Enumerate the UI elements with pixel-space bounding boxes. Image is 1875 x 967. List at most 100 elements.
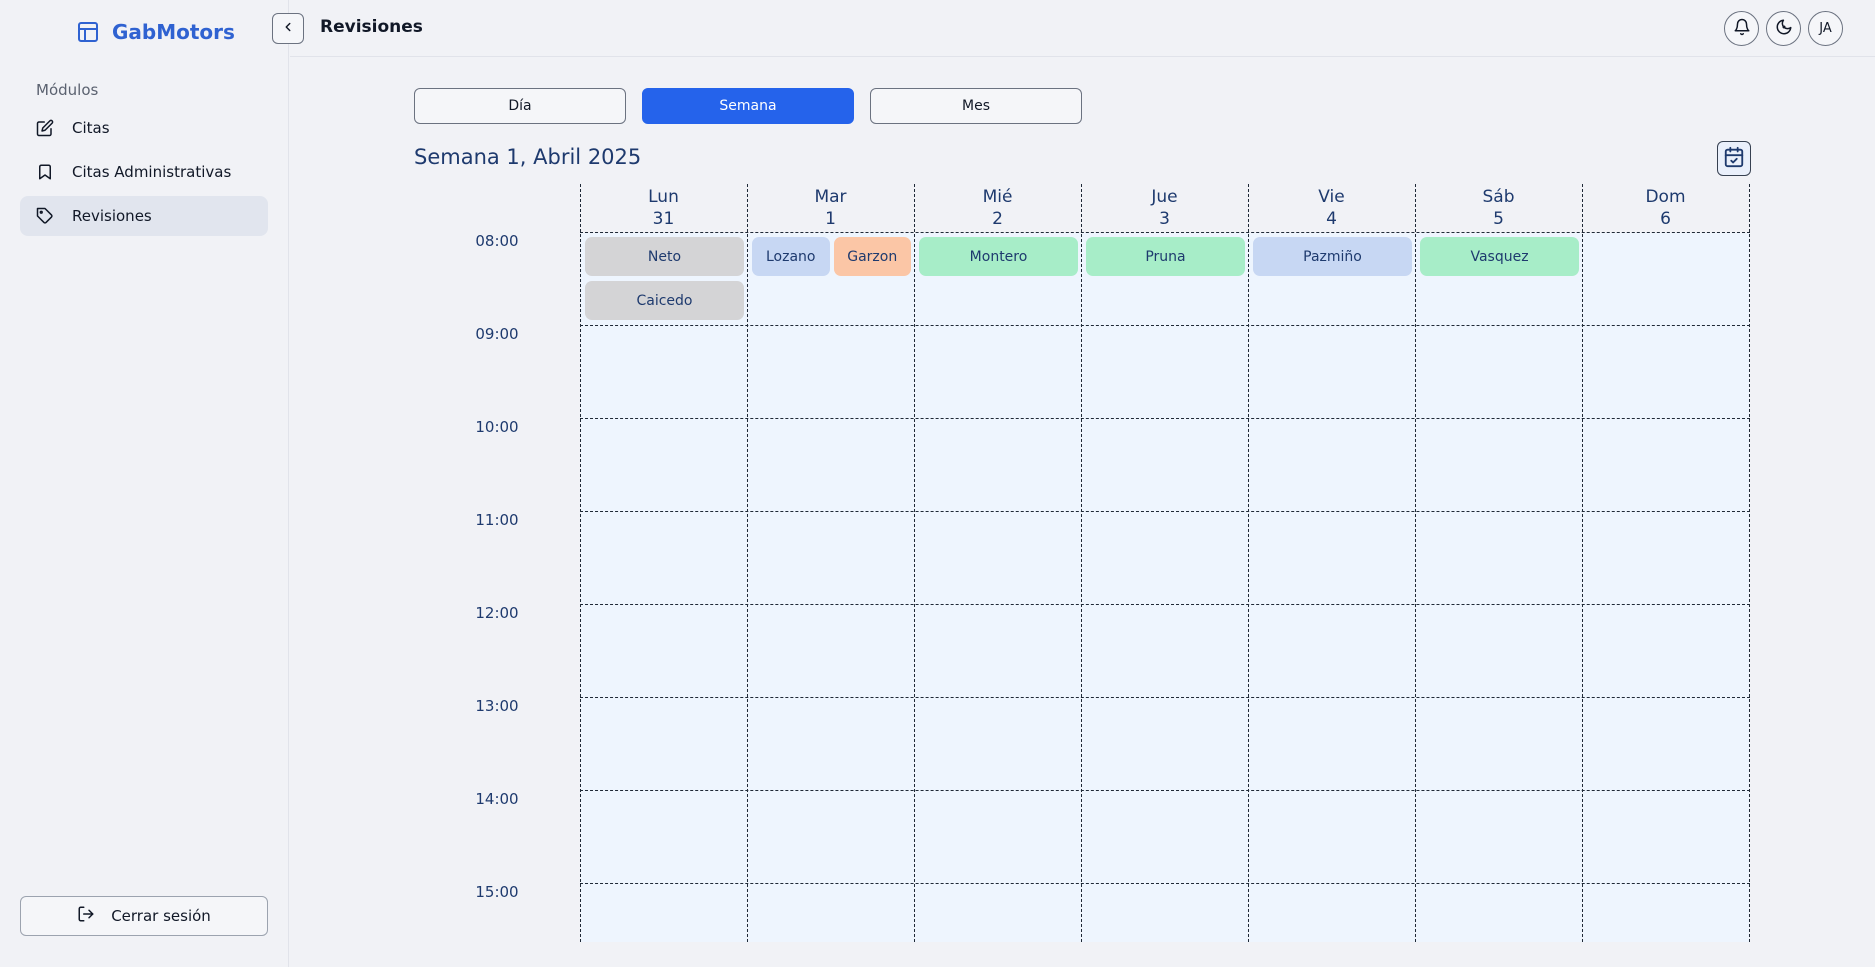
calendar-check-icon [1723,146,1745,172]
time-slot-cell[interactable] [1583,512,1749,605]
time-slot-cell[interactable] [1082,419,1248,512]
time-slot-cell[interactable] [1082,512,1248,605]
brand[interactable]: GabMotors [76,20,235,44]
logout-label: Cerrar sesión [111,907,211,925]
tab-dia[interactable]: Día [414,88,626,124]
time-slot-cell[interactable] [581,884,747,942]
time-slot-cell[interactable] [748,326,914,419]
tag-icon [36,207,54,225]
collapse-sidebar-button[interactable] [272,13,304,44]
appointment-event[interactable]: Pazmiño [1253,237,1412,276]
time-slot-cell[interactable] [1249,791,1415,884]
time-slot-cell[interactable] [1583,698,1749,791]
appointment-event[interactable]: Vasquez [1420,237,1579,276]
sidebar-item-citas[interactable]: Citas [20,108,268,148]
time-slot-cell[interactable] [915,884,1081,942]
time-slot-cell[interactable] [1583,605,1749,698]
time-slot-cell[interactable] [748,791,914,884]
time-slot-cell[interactable] [1082,326,1248,419]
appointment-event[interactable]: Pruna [1086,237,1245,276]
appointment-event[interactable]: Neto [585,237,744,276]
date-picker-button[interactable] [1717,141,1751,176]
time-slot-cell[interactable] [915,419,1081,512]
appointment-event[interactable]: Caicedo [585,281,744,320]
time-slot-cell[interactable] [1249,698,1415,791]
day-column-divider [1582,184,1583,942]
time-slot-cell[interactable] [581,791,747,884]
time-slot-cell[interactable] [915,698,1081,791]
day-number: 2 [992,209,1003,229]
time-slot-cell[interactable] [1416,419,1582,512]
time-slot-cell[interactable] [581,512,747,605]
time-slot-cell[interactable] [1249,326,1415,419]
day-header: Mar 1 [747,184,914,232]
time-slot-cell[interactable] [1249,419,1415,512]
day-column-divider [1081,184,1082,942]
time-slot-cell[interactable] [915,326,1081,419]
time-slot-cell[interactable] [1082,884,1248,942]
day-name: Mié [982,187,1013,207]
time-slot-cell[interactable] [1583,791,1749,884]
day-column-divider [747,184,748,942]
chevron-left-icon [281,19,295,38]
theme-toggle-button[interactable] [1766,11,1801,46]
time-slot-cell[interactable] [1416,512,1582,605]
time-slot-cell[interactable] [1082,791,1248,884]
hour-label: 12:00 [475,604,519,622]
time-slot-cell[interactable] [748,512,914,605]
hour-row [580,325,1750,419]
time-slot-cell[interactable] [748,884,914,942]
tab-mes[interactable]: Mes [870,88,1082,124]
appointment-event[interactable]: Lozano [752,237,830,276]
time-slot-cell[interactable] [1416,791,1582,884]
time-slot-cell[interactable] [1583,326,1749,419]
day-header: Sáb 5 [1415,184,1582,232]
time-slot-cell[interactable] [1583,884,1749,942]
hour-row [580,883,1750,942]
time-slot-cell[interactable] [1082,698,1248,791]
time-slot-cell[interactable] [1416,605,1582,698]
time-slot-cell[interactable] [748,419,914,512]
time-slot-cell[interactable] [1249,512,1415,605]
time-slot-cell[interactable] [1082,605,1248,698]
hour-label: 15:00 [475,883,519,901]
time-slot-cell[interactable] [748,698,914,791]
avatar[interactable]: JA [1808,11,1843,46]
sidebar-item-citas-administrativas[interactable]: Citas Administrativas [20,152,268,192]
page-title: Revisiones [320,17,423,37]
time-slot-cell[interactable] [1416,698,1582,791]
time-slot-cell[interactable] [1416,326,1582,419]
time-slot-cell[interactable] [1583,419,1749,512]
appointment-event[interactable]: Montero [919,237,1078,276]
time-slot-cell[interactable] [1416,884,1582,942]
time-slot-cell[interactable] [581,326,747,419]
time-slot-cell[interactable] [1249,884,1415,942]
hour-label: 08:00 [475,232,519,250]
sidebar-item-revisiones[interactable]: Revisiones [20,196,268,236]
logout-button[interactable]: Cerrar sesión [20,896,268,936]
hour-label: 09:00 [475,325,519,343]
day-name: Lun [648,187,679,207]
time-slot-cell[interactable] [1249,605,1415,698]
time-slot-cell[interactable] [748,605,914,698]
sidebar-item-label: Citas [72,119,110,137]
layout-icon [76,20,100,44]
time-slot-cell[interactable] [915,605,1081,698]
day-column-divider [914,184,915,942]
time-slot-cell[interactable] [915,512,1081,605]
day-name: Mar [814,187,847,207]
week-calendar-grid: Lun 31 Mar 1 Mié 2 Jue 3 Vie 4 Sáb 5 Dom 6 Neto Caiced… [580,184,1751,942]
time-slot-cell[interactable] [1583,233,1749,326]
time-slot-cell[interactable] [581,605,747,698]
day-headers: Lun 31 Mar 1 Mié 2 Jue 3 Vie 4 Sáb 5 Dom 6 [580,184,1751,232]
appointment-event[interactable]: Garzon [833,237,911,276]
notifications-button[interactable] [1724,11,1759,46]
time-slot-cell[interactable] [581,419,747,512]
day-header: Lun 31 [580,184,747,232]
tab-semana[interactable]: Semana [642,88,854,124]
time-slot-cell[interactable] [581,698,747,791]
time-slot-cell[interactable] [915,791,1081,884]
hour-row [580,790,1750,884]
section-label: Módulos [36,81,99,99]
day-header: Vie 4 [1248,184,1415,232]
